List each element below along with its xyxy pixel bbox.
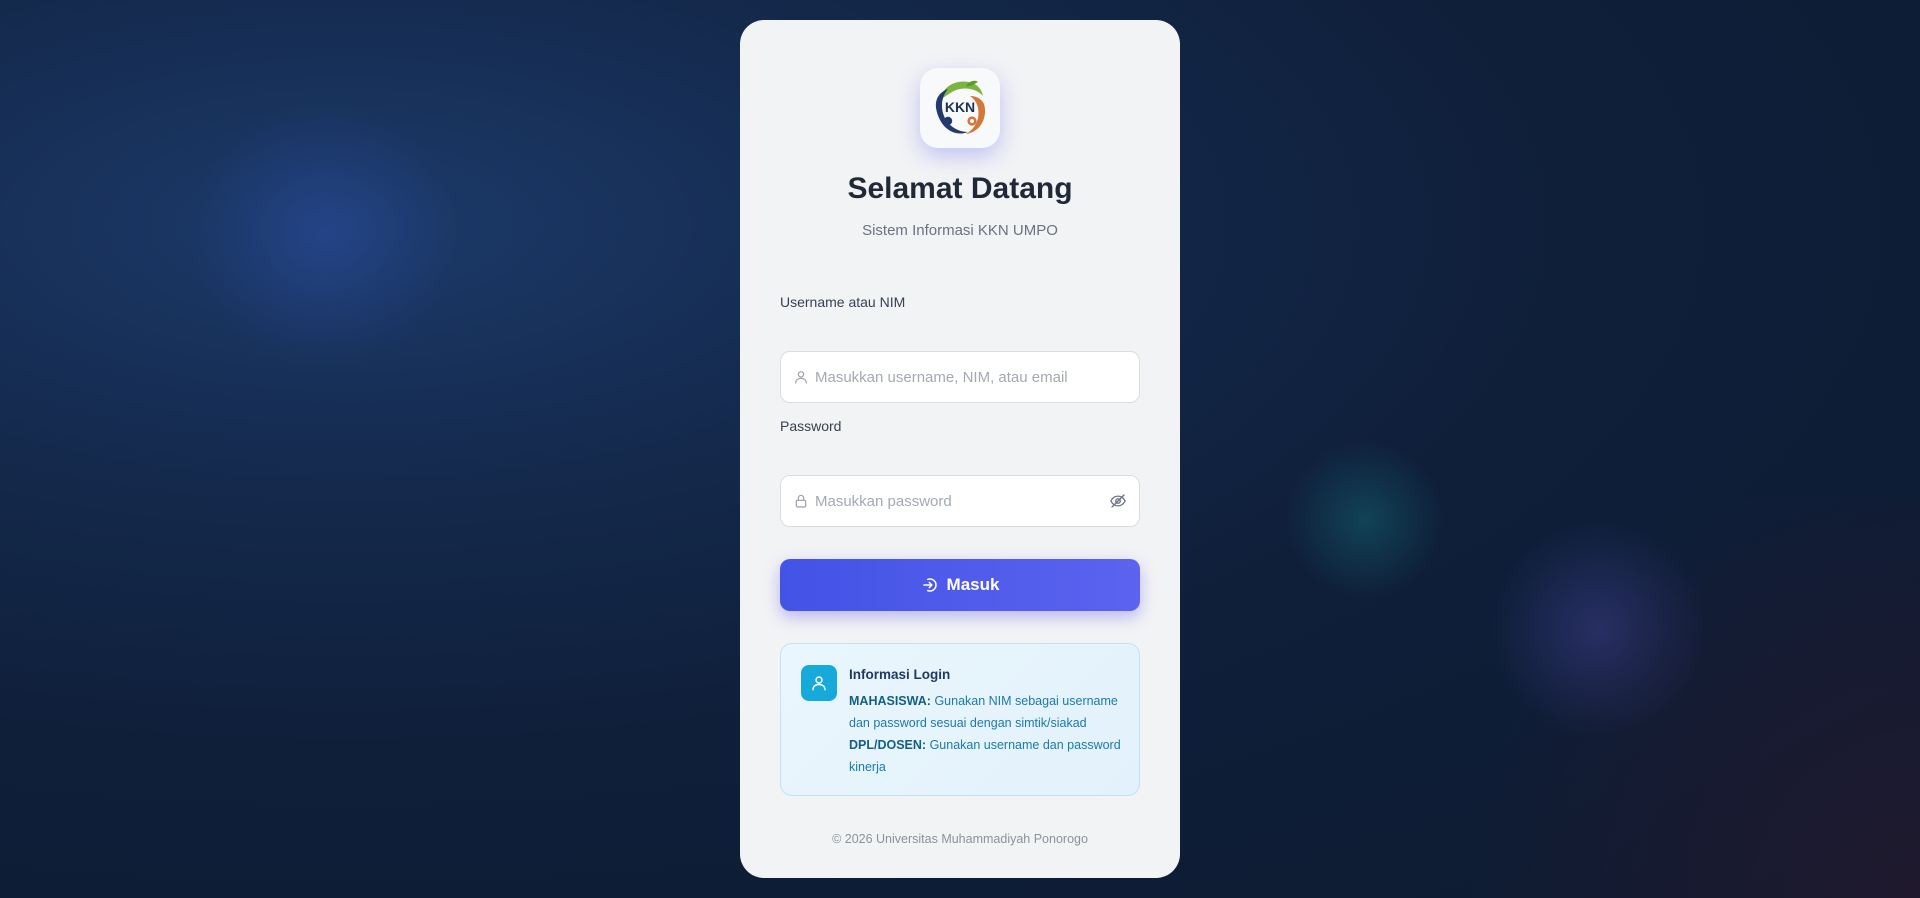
background-glow	[190, 100, 460, 370]
info-title: Informasi Login	[849, 667, 951, 682]
info-mahasiswa: MAHASISWA: Gunakan NIM sebagai username …	[849, 690, 1125, 734]
password-input[interactable]	[815, 481, 1109, 521]
password-label: Password	[780, 418, 842, 434]
background-shade	[1420, 498, 1920, 898]
login-button-label: Masuk	[946, 575, 1000, 594]
lock-icon	[795, 494, 807, 508]
kkn-logo-icon: KKN	[935, 80, 986, 134]
username-input[interactable]	[815, 357, 1139, 397]
footer-copyright: © 2026 Universitas Muhammadiyah Ponorogo	[832, 832, 1088, 846]
username-label: Username atau NIM	[780, 294, 906, 310]
username-field-wrapper[interactable]	[780, 351, 1140, 403]
info-body: MAHASISWA: Gunakan NIM sebagai username …	[849, 690, 1125, 778]
info-icon-badge	[801, 665, 837, 701]
svg-text:KKN: KKN	[945, 99, 975, 115]
login-info-box: Informasi Login MAHASISWA: Gunakan NIM s…	[780, 643, 1140, 796]
login-icon	[922, 578, 937, 592]
user-icon	[812, 676, 826, 691]
login-card: KKN Selamat Datang Sistem Informasi KKN …	[740, 20, 1180, 878]
info-dosen-label: DPL/DOSEN:	[849, 738, 927, 752]
info-mahasiswa-label: MAHASISWA:	[849, 694, 931, 708]
page-title: Selamat Datang	[847, 172, 1073, 205]
eye-off-icon[interactable]	[1109, 492, 1127, 510]
page-subtitle: Sistem Informasi KKN UMPO	[862, 222, 1058, 239]
logo-container: KKN	[920, 68, 1000, 148]
info-dosen: DPL/DOSEN: Gunakan username dan password…	[849, 734, 1125, 778]
login-button[interactable]: Masuk	[780, 559, 1140, 611]
user-icon	[795, 371, 807, 384]
password-field-wrapper[interactable]	[780, 475, 1140, 527]
